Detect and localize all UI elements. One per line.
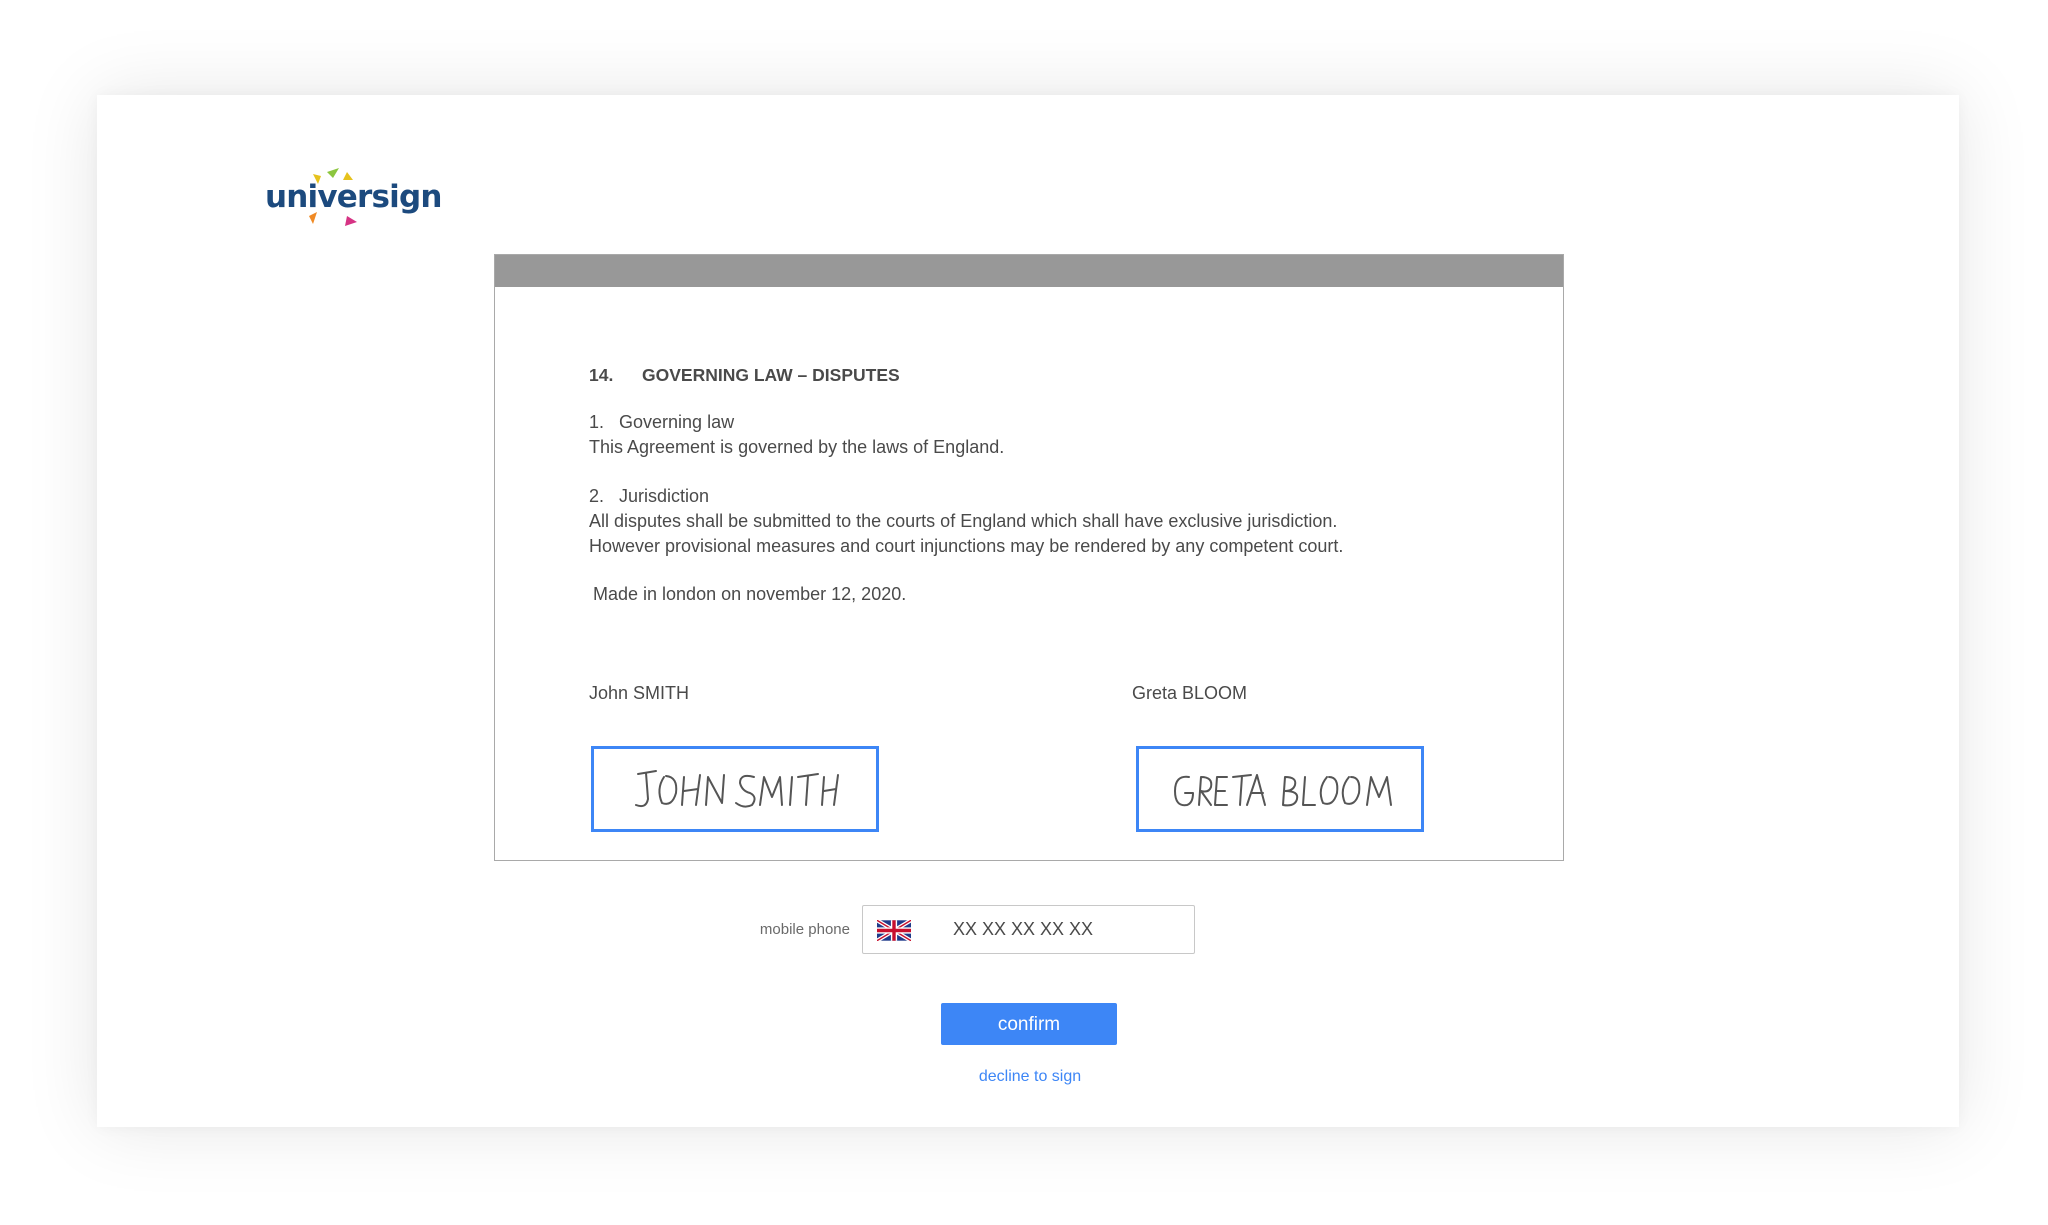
signature-john-smith: [635, 770, 839, 808]
section1-title: 1. Governing law: [589, 412, 735, 432]
signature-box-1[interactable]: [591, 746, 879, 832]
confirm-button[interactable]: confirm: [941, 1003, 1117, 1045]
logo-text: universign: [265, 179, 442, 215]
signatory-name-1: John SMITH: [589, 683, 690, 703]
decline-to-sign-link[interactable]: decline to sign: [930, 1068, 1130, 1086]
document-toolbar: [495, 255, 1563, 287]
universign-logo: universign: [265, 166, 442, 234]
uk-flag-icon[interactable]: [877, 920, 911, 941]
signatory-name-2: Greta BLOOM: [1132, 683, 1248, 703]
heading-title: GOVERNING LAW – DISPUTES: [642, 365, 900, 385]
made-in-line: Made in london on november 12, 2020.: [593, 584, 907, 604]
signature-greta-bloom: [1174, 774, 1392, 807]
section2-line1: All disputes shall be submitted to the c…: [589, 511, 1338, 531]
section2-line2: However provisional measures and court i…: [589, 536, 1344, 556]
heading-number: 14.: [589, 365, 614, 385]
section2-title: 2. Jurisdiction: [589, 486, 710, 506]
section1-body: This Agreement is governed by the laws o…: [589, 437, 1005, 457]
phone-label: mobile phone: [759, 921, 850, 938]
phone-input[interactable]: [953, 906, 1183, 953]
phone-field[interactable]: [862, 905, 1195, 954]
signature-box-2[interactable]: [1136, 746, 1424, 832]
document-preview[interactable]: 14. GOVERNING LAW – DISPUTES 1. Governin…: [494, 254, 1564, 861]
